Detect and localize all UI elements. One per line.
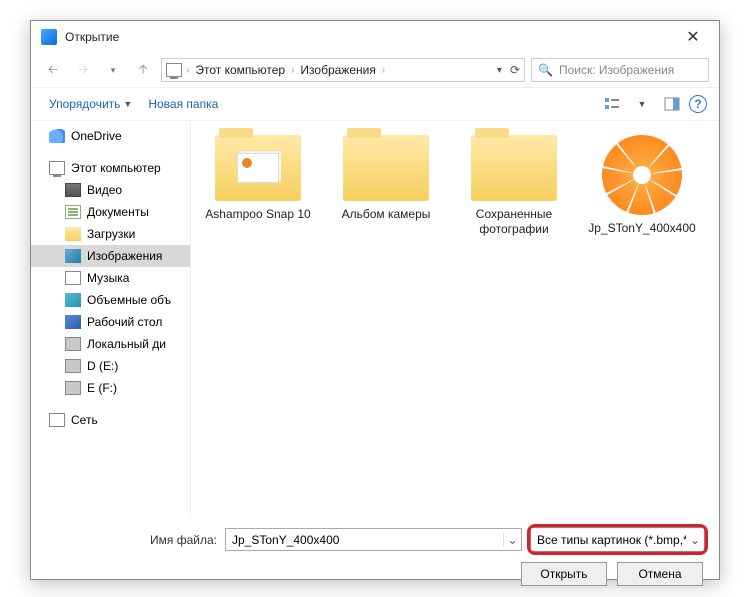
nav-tree: OneDrive Этот компьютер Видео Документы … (31, 121, 191, 519)
nav-bar: 🡠 🡢 ▾ 🡡 › Этот компьютер › Изображения ›… (31, 53, 719, 87)
toolbar: Упорядочить ▼ Новая папка ▼ ? (31, 87, 719, 121)
search-box[interactable]: 🔍 Поиск: Изображения (531, 58, 709, 82)
new-folder-label: Новая папка (148, 97, 218, 111)
tree-video[interactable]: Видео (31, 179, 190, 201)
item-label: Jp_STonY_400x400 (583, 221, 701, 236)
disk-icon (65, 359, 81, 373)
tree-this-pc[interactable]: Этот компьютер (31, 157, 190, 179)
address-bar[interactable]: › Этот компьютер › Изображения › ▾ ⟳ (161, 58, 525, 82)
new-folder-button[interactable]: Новая папка (142, 93, 224, 115)
onedrive-icon (49, 129, 65, 143)
chevron-down-icon: ▼ (123, 99, 132, 109)
filetype-combo[interactable]: Все типы картинок (*.bmp,*.d ⌄ (530, 527, 705, 552)
open-button[interactable]: Открыть (521, 562, 607, 586)
image-thumbnail (602, 135, 682, 215)
breadcrumb-pictures[interactable]: Изображения (298, 63, 377, 77)
view-icons-button[interactable] (599, 93, 625, 115)
footer: Имя файла: ⌄ Все типы картинок (*.bmp,*.… (31, 519, 719, 594)
filetype-value: Все типы картинок (*.bmp,*.d (531, 533, 686, 547)
downloads-icon (65, 227, 81, 241)
organize-button[interactable]: Упорядочить ▼ (43, 93, 138, 115)
folder-icon (215, 135, 301, 201)
tree-desktop[interactable]: Рабочий стол (31, 311, 190, 333)
item-label: Сохраненные фотографии (455, 207, 573, 237)
app-icon (41, 29, 57, 45)
documents-icon (65, 205, 81, 219)
tree-downloads[interactable]: Загрузки (31, 223, 190, 245)
pc-icon (166, 63, 182, 77)
tree-e-drive[interactable]: E (F:) (31, 377, 190, 399)
pc-icon (49, 161, 65, 175)
tree-documents[interactable]: Документы (31, 201, 190, 223)
folder-icon (471, 135, 557, 201)
window-title: Открытие (65, 30, 673, 44)
tree-music[interactable]: Музыка (31, 267, 190, 289)
open-file-dialog: Открытие ✕ 🡠 🡢 ▾ 🡡 › Этот компьютер › Из… (30, 20, 720, 580)
search-placeholder: Поиск: Изображения (559, 63, 674, 77)
filetype-dropdown-button[interactable]: ⌄ (686, 533, 704, 547)
help-button[interactable]: ? (689, 95, 707, 113)
music-icon (65, 271, 81, 285)
item-label: Альбом камеры (327, 207, 445, 222)
back-button[interactable]: 🡠 (41, 58, 65, 82)
dropdown-path-button[interactable]: ▾ (497, 65, 502, 76)
filename-dropdown-button[interactable]: ⌄ (503, 533, 521, 547)
filename-combo[interactable]: ⌄ (225, 528, 522, 551)
filename-label: Имя файла: (45, 533, 217, 547)
folder-item[interactable]: Альбом камеры (327, 135, 445, 222)
preview-pane-button[interactable] (659, 93, 685, 115)
tree-d-drive[interactable]: D (E:) (31, 355, 190, 377)
search-icon: 🔍 (538, 63, 553, 77)
disk-icon (65, 337, 81, 351)
chevron-right-icon: › (382, 65, 385, 76)
view-dropdown-button[interactable]: ▼ (629, 93, 655, 115)
tree-network[interactable]: Сеть (31, 409, 190, 431)
titlebar: Открытие ✕ (31, 21, 719, 53)
body: OneDrive Этот компьютер Видео Документы … (31, 121, 719, 519)
pictures-icon (65, 249, 81, 263)
network-icon (49, 413, 65, 427)
desktop-icon (65, 315, 81, 329)
chevron-right-icon: › (291, 65, 294, 76)
tree-onedrive[interactable]: OneDrive (31, 125, 190, 147)
forward-button[interactable]: 🡢 (71, 58, 95, 82)
organize-label: Упорядочить (49, 97, 120, 111)
breadcrumb-this-pc[interactable]: Этот компьютер (193, 63, 287, 77)
folder-icon (343, 135, 429, 201)
recent-locations-button[interactable]: ▾ (101, 58, 125, 82)
refresh-button[interactable]: ⟳ (510, 63, 520, 77)
tree-pictures[interactable]: Изображения (31, 245, 190, 267)
file-list[interactable]: Ashampoo Snap 10 Альбом камеры Сохраненн… (191, 121, 719, 519)
tree-3d-objects[interactable]: Объемные объ (31, 289, 190, 311)
cancel-button[interactable]: Отмена (617, 562, 703, 586)
filename-input[interactable] (226, 533, 503, 547)
disk-icon (65, 381, 81, 395)
objects3d-icon (65, 293, 81, 307)
up-button[interactable]: 🡡 (131, 58, 155, 82)
tree-local-disk[interactable]: Локальный ди (31, 333, 190, 355)
item-label: Ashampoo Snap 10 (199, 207, 317, 222)
video-icon (65, 183, 81, 197)
file-item[interactable]: Jp_STonY_400x400 (583, 135, 701, 236)
chevron-right-icon: › (186, 65, 189, 76)
close-button[interactable]: ✕ (673, 23, 713, 51)
folder-item[interactable]: Сохраненные фотографии (455, 135, 573, 237)
folder-item[interactable]: Ashampoo Snap 10 (199, 135, 317, 222)
